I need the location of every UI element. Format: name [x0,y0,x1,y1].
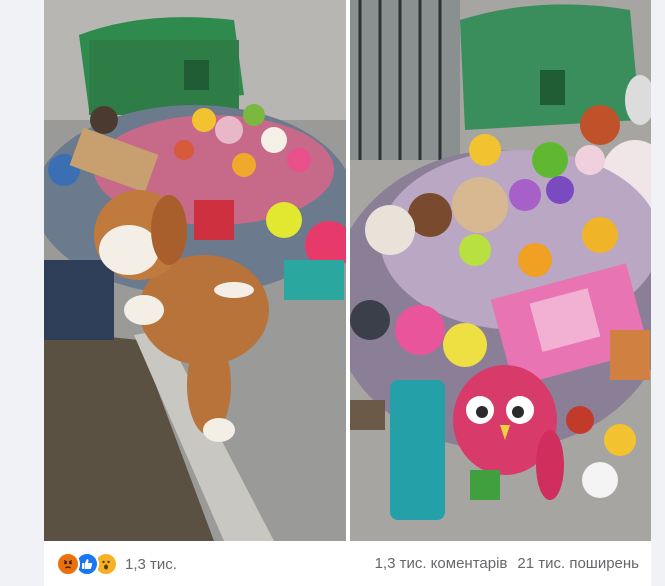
shares-count[interactable]: 21 тис. поширень [517,555,639,572]
post-photo-right[interactable] [350,0,651,541]
reaction-count[interactable]: 1,3 тис. [125,556,177,573]
comments-count[interactable]: 1,3 тис. коментарів [375,555,508,572]
dumpster [79,17,244,115]
post-stats: 1,3 тис. коментарів 21 тис. поширень [375,555,639,572]
post-photo-left[interactable] [44,0,346,541]
angry-icon [56,552,80,576]
fence [350,0,460,160]
post-footer: 1,3 тис. 1,3 тис. коментарів 21 тис. пош… [44,541,651,586]
reactions-summary[interactable]: 1,3 тис. [56,552,177,576]
